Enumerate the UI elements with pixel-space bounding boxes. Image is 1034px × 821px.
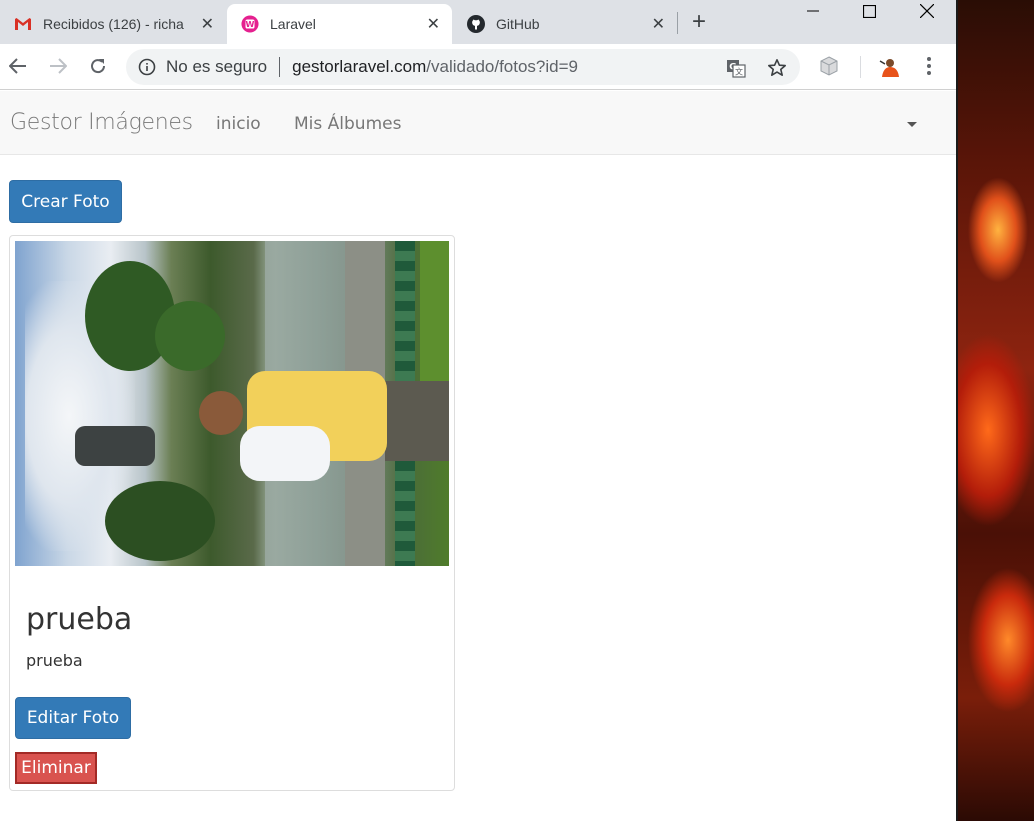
app-navbar: Gestor Imágenes inicio Mis Álbumes [0, 91, 956, 155]
profile-avatar[interactable] [877, 53, 903, 79]
close-icon[interactable]: ✕ [427, 14, 440, 34]
svg-text:文: 文 [735, 67, 743, 77]
photo-image[interactable] [15, 241, 449, 566]
security-label[interactable]: No es seguro [166, 57, 267, 77]
divider [279, 57, 281, 77]
browser-window: Recibidos (126) - richa ✕ W Laravel ✕ Gi… [0, 0, 956, 821]
browser-toolbar: No es seguro gestorlaravel.com/validado/… [0, 44, 956, 90]
tab-title: Laravel [270, 16, 316, 32]
tab-title: GitHub [496, 16, 540, 32]
window-close-button[interactable] [904, 0, 950, 22]
photo-tree [105, 481, 215, 561]
close-icon[interactable]: ✕ [652, 14, 665, 34]
extension-cube-icon[interactable] [818, 55, 840, 77]
tab-separator [677, 12, 678, 34]
tab-github[interactable]: GitHub ✕ [453, 4, 677, 44]
nav-link-inicio[interactable]: inicio [216, 114, 261, 134]
laravel-icon: W [241, 15, 259, 33]
user-dropdown-caret-icon[interactable] [907, 122, 917, 127]
star-icon[interactable] [767, 58, 787, 78]
menu-dots-icon[interactable] [918, 55, 940, 77]
photo-description: prueba [26, 651, 83, 670]
tab-gmail[interactable]: Recibidos (126) - richa ✕ [0, 4, 226, 44]
gmail-icon [14, 15, 32, 33]
photo-tree [155, 301, 225, 371]
back-button[interactable] [6, 54, 30, 78]
url-host: gestorlaravel.com [292, 57, 427, 76]
toolbar-divider [860, 56, 861, 78]
github-icon [467, 15, 485, 33]
forward-button[interactable] [46, 54, 70, 78]
url-path: /validado/fotos?id=9 [426, 57, 578, 76]
photo-baby [240, 426, 330, 481]
photo-title: prueba [26, 602, 133, 637]
nav-link-mis-albumes[interactable]: Mis Álbumes [294, 114, 401, 134]
address-bar[interactable]: No es seguro gestorlaravel.com/validado/… [126, 49, 800, 85]
svg-text:W: W [246, 19, 255, 29]
desktop-wallpaper [956, 0, 1034, 821]
info-icon[interactable] [138, 58, 156, 76]
edit-photo-button[interactable]: Editar Foto [15, 697, 131, 739]
tab-laravel[interactable]: W Laravel ✕ [227, 4, 452, 44]
photo-person-head [199, 391, 243, 435]
tab-title: Recibidos (126) - richa [43, 16, 184, 32]
delete-photo-button[interactable]: Eliminar [15, 752, 97, 784]
create-photo-button[interactable]: Crear Foto [9, 180, 122, 223]
maximize-button[interactable] [846, 0, 892, 22]
url-text[interactable]: gestorlaravel.com/validado/fotos?id=9 [292, 57, 578, 77]
tab-bar: Recibidos (126) - richa ✕ W Laravel ✕ Gi… [0, 0, 956, 44]
photo-person-pants [385, 381, 449, 461]
photo-grass [420, 241, 449, 381]
translate-icon[interactable]: G文 [726, 58, 746, 78]
photo-statue [75, 426, 155, 466]
minimize-button[interactable] [790, 0, 836, 22]
reload-button[interactable] [86, 54, 110, 78]
close-icon[interactable]: ✕ [201, 14, 214, 34]
navbar-brand[interactable]: Gestor Imágenes [10, 110, 193, 135]
new-tab-button[interactable]: + [692, 10, 706, 34]
photo-card: prueba prueba Editar Foto Eliminar [9, 235, 455, 791]
